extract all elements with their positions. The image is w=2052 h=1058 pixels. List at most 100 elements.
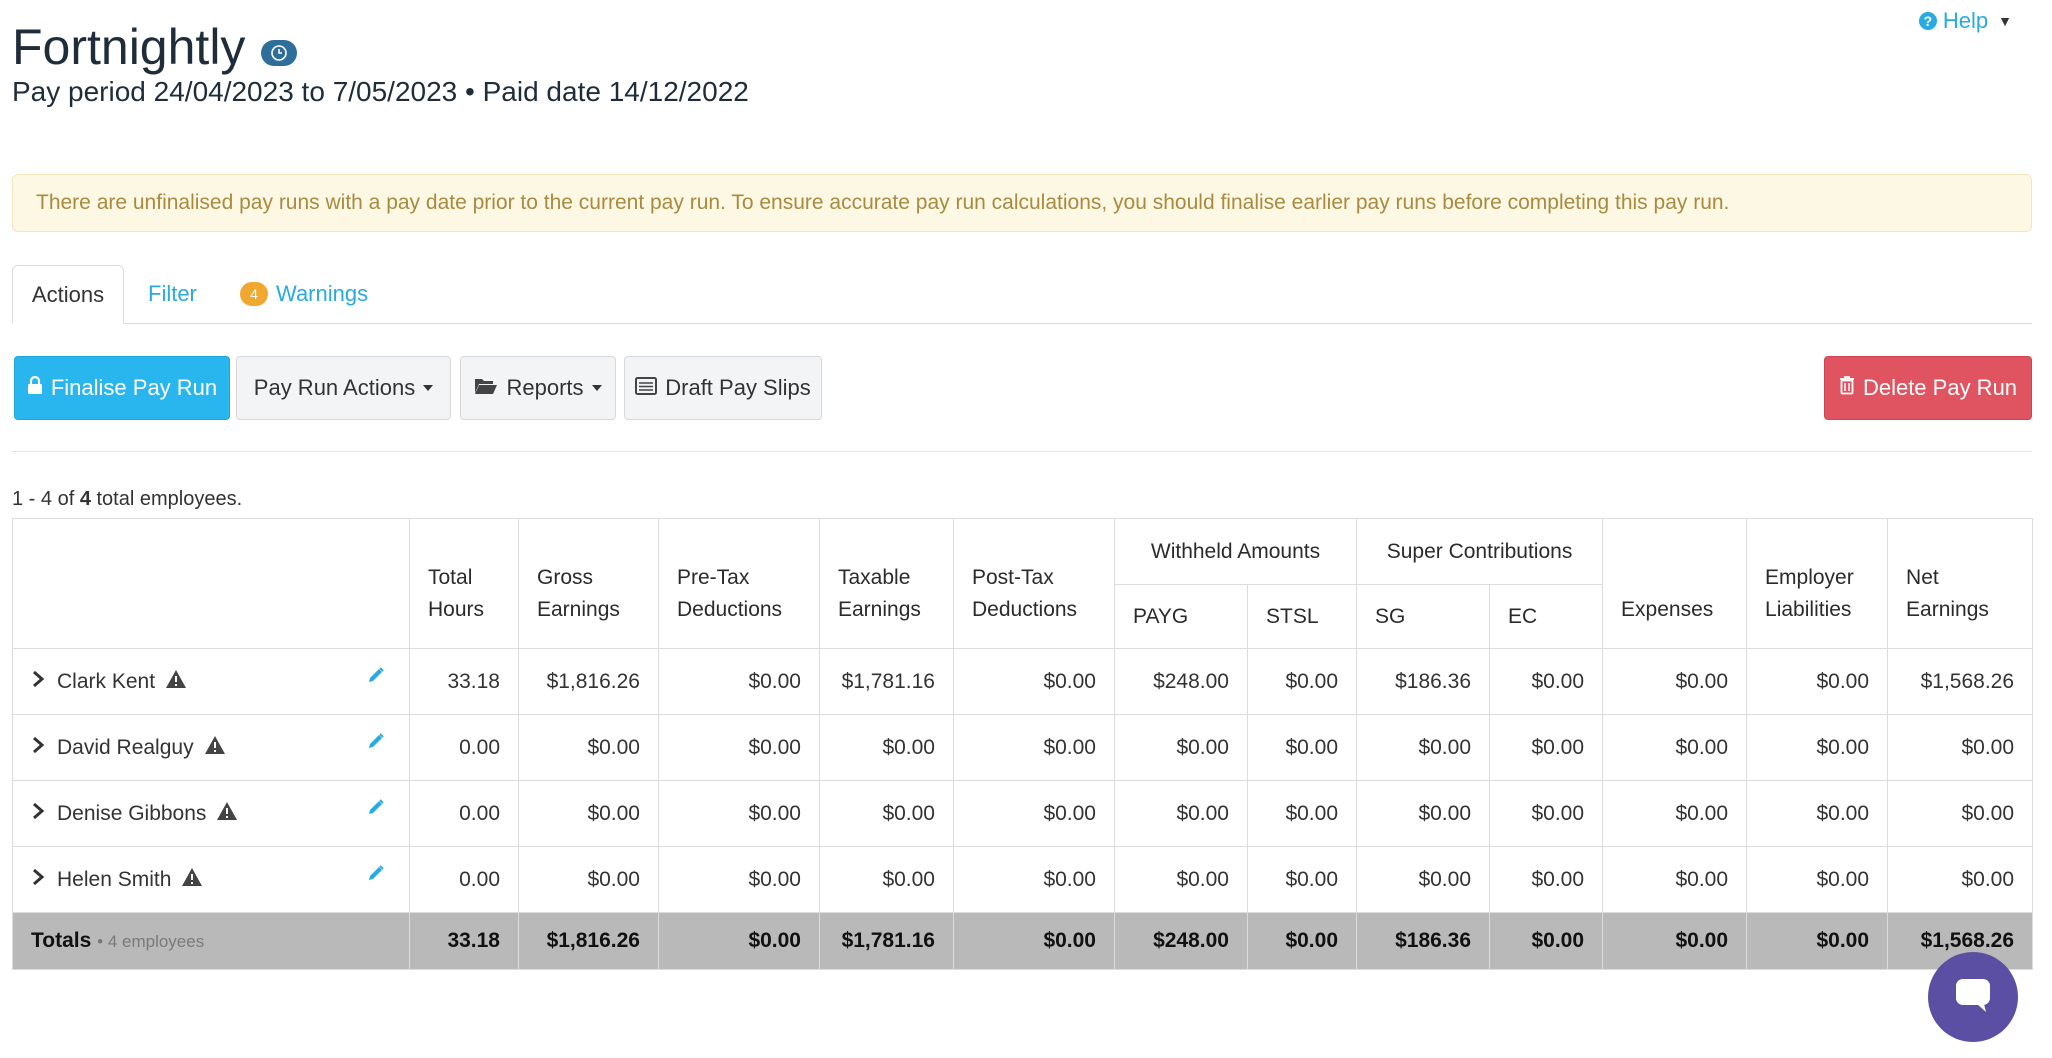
pay-run-actions-dropdown[interactable]: Pay Run Actions <box>236 356 451 420</box>
col-employer-liabilities: Employer Liabilities <box>1746 518 1889 649</box>
total-stsl: $0.00 <box>1246 912 1358 970</box>
employee-name-wrap: Helen Smith <box>31 864 391 894</box>
question-circle-icon: ? <box>1918 12 1937 30</box>
col-post-tax-deductions: Post-Tax Deductions <box>953 518 1115 649</box>
warning-triangle-icon[interactable] <box>216 801 238 827</box>
total-gross: $1,816.26 <box>518 912 659 970</box>
pencil-icon[interactable] <box>367 732 385 756</box>
employee-name[interactable]: Clark Kent <box>57 670 155 694</box>
cell-posttax: $0.00 <box>953 780 1115 847</box>
cell-expenses: $0.00 <box>1602 648 1748 715</box>
clock-icon[interactable] <box>261 40 298 66</box>
totals-employee-count: • 4 employees <box>97 932 205 951</box>
draft-pay-slips-button[interactable]: Draft Pay Slips <box>624 356 822 420</box>
cell-hours: 0.00 <box>409 780 519 847</box>
tab-warnings[interactable]: 4 Warnings <box>240 265 368 323</box>
pay-period-subtitle: Pay period 24/04/2023 to 7/05/2023 • Pai… <box>12 76 749 107</box>
cell-posttax: $0.00 <box>953 648 1115 715</box>
help-menu[interactable]: ? Help ▼ <box>1918 8 2012 34</box>
employee-name[interactable]: David Realguy <box>57 736 194 760</box>
tab-filter[interactable]: Filter <box>148 265 197 323</box>
cell-ec: $0.00 <box>1489 648 1604 715</box>
pencil-icon[interactable] <box>367 798 385 822</box>
pay-run-table: Total Hours Gross Earnings Pre-Tax Deduc… <box>12 518 2034 970</box>
col-net-earnings: Net Earnings <box>1887 518 2034 649</box>
list-icon <box>635 375 658 401</box>
cell-pretax: $0.00 <box>658 846 820 913</box>
employee-count: 1 - 4 of 4 total employees. <box>12 488 242 511</box>
warnings-count-badge: 4 <box>240 282 268 306</box>
cell-ec: $0.00 <box>1489 780 1604 847</box>
cell-liabilities: $0.00 <box>1746 648 1889 715</box>
cell-stsl: $0.00 <box>1246 648 1358 715</box>
col-taxable-earnings: Taxable Earnings <box>819 518 954 649</box>
cell-taxable: $0.00 <box>819 780 954 847</box>
chevron-right-icon[interactable] <box>31 668 47 696</box>
tab-actions[interactable]: Actions <box>12 265 124 324</box>
employee-name[interactable]: Denise Gibbons <box>57 802 206 826</box>
col-stsl: STSL <box>1246 584 1358 649</box>
cell-net: $1,568.26 <box>1887 648 2034 715</box>
cell-taxable: $1,781.16 <box>819 648 954 715</box>
cell-net: $0.00 <box>1887 846 2034 913</box>
cell-hours: 0.00 <box>409 714 519 781</box>
draft-pay-slips-label: Draft Pay Slips <box>665 375 811 400</box>
finalise-pay-run-button[interactable]: Finalise Pay Run <box>14 356 230 420</box>
cell-stsl: $0.00 <box>1246 780 1358 847</box>
total-taxable: $1,781.16 <box>819 912 954 970</box>
count-suffix: total employees. <box>90 488 243 510</box>
page-title: Fortnightly <box>12 19 246 75</box>
cell-pretax: $0.00 <box>658 780 820 847</box>
employee-name[interactable]: Helen Smith <box>57 868 171 892</box>
lock-icon <box>27 375 43 401</box>
caret-down-icon: ▼ <box>1998 13 2012 29</box>
cell-gross: $0.00 <box>518 780 659 847</box>
tab-bar: Actions Filter 4 Warnings <box>12 265 2032 324</box>
cell-pretax: $0.00 <box>658 714 820 781</box>
employee-name-cell: Denise Gibbons <box>12 780 410 847</box>
cell-liabilities: $0.00 <box>1746 714 1889 781</box>
chevron-right-icon[interactable] <box>31 866 47 894</box>
caret-down-icon <box>423 385 434 391</box>
table-row[interactable]: Denise Gibbons 0.00 $0.00 $0.00 $0.00 $0.00 $0… <box>12 780 2034 847</box>
cell-net: $0.00 <box>1887 714 2034 781</box>
chevron-right-icon[interactable] <box>31 800 47 828</box>
col-pre-tax-deductions: Pre-Tax Deductions <box>658 518 820 649</box>
table-row[interactable]: David Realguy 0.00 $0.00 $0.00 $0.00 $0.00 $0.… <box>12 714 2034 781</box>
cell-payg: $0.00 <box>1114 846 1248 913</box>
total-ec: $0.00 <box>1489 912 1604 970</box>
cell-hours: 33.18 <box>409 648 519 715</box>
warning-triangle-icon[interactable] <box>181 867 203 893</box>
chat-launcher-button[interactable] <box>1928 952 2018 1042</box>
employee-name-wrap: Denise Gibbons <box>31 798 391 828</box>
trash-icon <box>1839 375 1855 401</box>
total-pretax: $0.00 <box>658 912 820 970</box>
delete-pay-run-button[interactable]: Delete Pay Run <box>1824 356 2032 420</box>
warning-triangle-icon[interactable] <box>165 669 187 695</box>
warning-triangle-icon[interactable] <box>204 735 226 761</box>
pencil-icon[interactable] <box>367 864 385 888</box>
pencil-icon[interactable] <box>367 666 385 690</box>
cell-taxable: $0.00 <box>819 846 954 913</box>
total-sg: $186.36 <box>1356 912 1491 970</box>
cell-gross: $0.00 <box>518 846 659 913</box>
total-payg: $248.00 <box>1114 912 1248 970</box>
employee-name-cell: Clark Kent <box>12 648 410 715</box>
col-total-hours: Total Hours <box>409 518 519 649</box>
reports-dropdown[interactable]: Reports <box>460 356 616 420</box>
cell-liabilities: $0.00 <box>1746 780 1889 847</box>
employee-column-header <box>12 518 410 649</box>
cell-net: $0.00 <box>1887 780 2034 847</box>
cell-ec: $0.00 <box>1489 714 1604 781</box>
employee-name-cell: Helen Smith <box>12 846 410 913</box>
table-row[interactable]: Helen Smith 0.00 $0.00 $0.00 $0.00 $0.00 $0.00… <box>12 846 2034 913</box>
col-ec: EC <box>1489 584 1604 649</box>
cell-liabilities: $0.00 <box>1746 846 1889 913</box>
col-group-super-contributions: Super Contributions <box>1356 518 1604 585</box>
col-payg: PAYG <box>1114 584 1248 649</box>
reports-label: Reports <box>506 375 584 400</box>
totals-label: Totals <box>31 929 92 952</box>
cell-expenses: $0.00 <box>1602 780 1748 847</box>
table-row[interactable]: Clark Kent 33.18 $1,816.26 $0.00 $1,781.16 $0… <box>12 648 2034 715</box>
chevron-right-icon[interactable] <box>31 734 47 762</box>
